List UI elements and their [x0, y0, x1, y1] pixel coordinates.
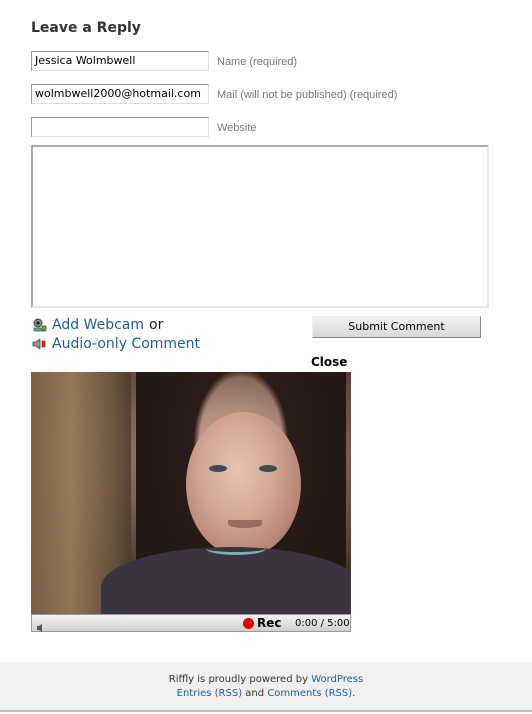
footer-rss-line: Entries (RSS) and Comments (RSS). [0, 688, 532, 699]
audio-comment-link[interactable]: Audio-only Comment [52, 336, 200, 352]
footer-powered-text: Riffly is proudly powered by [168, 674, 308, 685]
riffly-audio-row: Audio-only Comment [31, 336, 200, 352]
footer-period: . [352, 688, 356, 699]
entries-rss-link[interactable]: Entries (RSS) [177, 688, 242, 699]
email-label: Mail (will not be published) (required) [217, 89, 398, 101]
add-webcam-link[interactable]: Add Webcam [52, 317, 144, 333]
footer-and-text: and [245, 688, 265, 699]
comment-textarea[interactable] [31, 145, 489, 308]
comments-rss-link[interactable]: Comments (RSS) [267, 688, 352, 699]
webcam-icon[interactable] [31, 318, 47, 332]
wordpress-link[interactable]: WordPress [311, 674, 363, 685]
name-label: Name (required) [217, 56, 298, 68]
close-link[interactable]: Close [311, 355, 347, 369]
or-text: or [149, 317, 164, 333]
video-eye-left [209, 465, 227, 472]
footer-powered-line: Riffly is proudly powered by WordPress [0, 674, 532, 685]
video-eye-right [259, 465, 277, 472]
record-button[interactable]: Rec [257, 616, 282, 630]
video-mouth [228, 520, 262, 528]
name-field[interactable]: Jessica Wolmbwell [31, 51, 209, 71]
record-timer: 0:00 / 5:00 [295, 618, 350, 629]
riffly-webcam-row: Add Webcam or [31, 317, 163, 333]
email-field[interactable]: wolmbwell2000@hotmail.com [31, 84, 209, 104]
webcam-video-preview [31, 372, 351, 614]
volume-icon[interactable] [36, 618, 46, 632]
speaker-icon[interactable] [31, 337, 47, 351]
website-field[interactable] [31, 117, 209, 137]
submit-comment-button[interactable]: Submit Comment [312, 316, 481, 338]
reply-heading: Leave a Reply [31, 20, 141, 36]
video-face [186, 412, 301, 557]
record-dot-icon[interactable] [243, 618, 254, 629]
video-necklace [206, 542, 266, 555]
player-controls: Rec 0:00 / 5:00 [31, 614, 351, 632]
page-footer: Riffly is proudly powered by WordPress E… [0, 662, 532, 712]
website-label: Website [217, 122, 257, 134]
